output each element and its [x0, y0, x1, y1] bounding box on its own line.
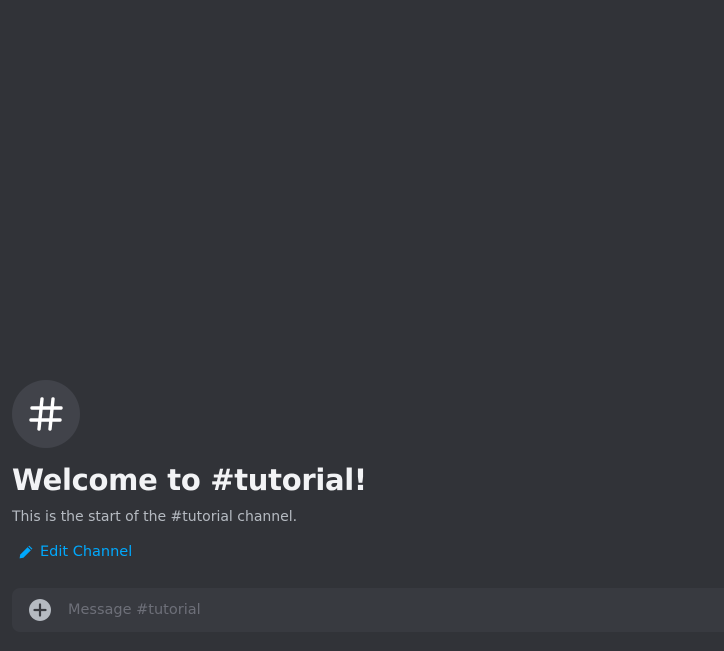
- channel-avatar: [12, 380, 80, 448]
- pencil-icon: [19, 545, 33, 559]
- add-attachment-button[interactable]: [29, 599, 51, 621]
- plus-circle-icon: [33, 603, 47, 617]
- hash-icon: [29, 397, 63, 431]
- welcome-title: Welcome to #tutorial!: [12, 463, 367, 497]
- message-input[interactable]: [68, 588, 724, 632]
- chat-area: Welcome to #tutorial! This is the start …: [0, 0, 724, 651]
- edit-channel-label: Edit Channel: [40, 544, 133, 560]
- message-composer: [12, 588, 724, 632]
- channel-welcome: Welcome to #tutorial! This is the start …: [12, 380, 712, 564]
- welcome-subtitle: This is the start of the #tutorial chann…: [12, 509, 298, 525]
- edit-channel-button[interactable]: Edit Channel: [18, 542, 132, 562]
